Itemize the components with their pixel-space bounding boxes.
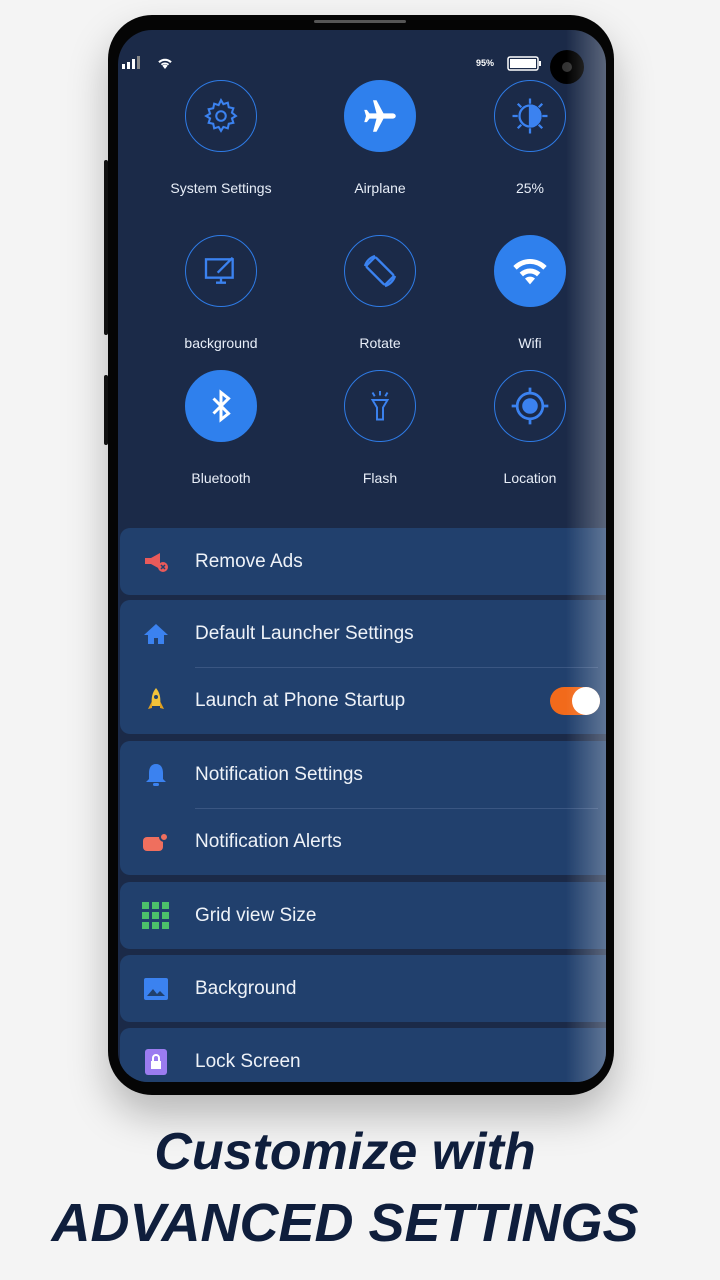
tile-label: Airplane [354,180,406,196]
caption-line-1: Customize with [154,1123,536,1181]
airplane-icon-button[interactable] [344,80,416,152]
tile-background[interactable]: background [151,235,291,351]
brightness-icon-button[interactable] [494,80,566,152]
screen: 95% System Settings Airplane 25% background… [118,30,606,1082]
tile-25-[interactable]: 25% [460,80,600,196]
launch-startup-item[interactable]: Launch at Phone Startup [120,667,606,734]
tile-label: Flash [362,470,398,486]
brightness-icon [509,95,551,137]
front-camera [550,50,584,84]
volume-button [104,160,108,335]
notification-alert-icon [136,831,176,853]
tile-system-settings[interactable]: System Settings [151,80,291,196]
divider [195,667,598,668]
megaphone-ads-icon [136,550,176,574]
grid-icon [136,901,176,930]
rotate-icon [360,251,400,291]
status-bar: 95% [118,56,606,72]
tile-label: 25% [515,180,545,196]
tile-label: System Settings [170,180,272,196]
home-icon [136,622,176,646]
phone-frame: 95% System Settings Airplane 25% background… [104,15,614,1095]
caption-line-2: ADVANCED SETTINGS [51,1193,639,1253]
lock-icon [136,1048,176,1075]
lock-screen-item[interactable]: Lock Screen [120,1028,606,1082]
card-lock-screen: Lock Screen [120,1028,606,1082]
rotate-icon-button[interactable] [344,235,416,307]
rocket-icon [136,687,176,715]
tile-wifi[interactable]: Wifi [460,235,600,351]
launch-startup-toggle[interactable] [550,687,600,715]
tile-label: Bluetooth [191,470,251,486]
monitor-edit-icon [201,251,241,291]
bell-icon [136,762,176,788]
monitor-edit-icon-button[interactable] [185,235,257,307]
divider [195,808,598,809]
card-notifications: Notification Settings Notification Alert… [120,741,606,875]
image-icon [136,977,176,1000]
flashlight-icon [362,386,398,426]
power-button [104,375,108,445]
battery-percent: 95% [476,58,495,68]
notification-alerts-item[interactable]: Notification Alerts [120,808,606,875]
wifi-icon-button[interactable] [494,235,566,307]
grid-size-item[interactable]: Grid view Size [120,882,606,949]
location-icon [508,384,552,428]
default-launcher-item[interactable]: Default Launcher Settings [120,600,606,667]
card-grid: Grid view Size [120,882,606,949]
gear-icon-button[interactable] [185,80,257,152]
tile-bluetooth[interactable]: Bluetooth [151,370,291,486]
tile-label: Rotate [359,335,401,351]
tile-airplane[interactable]: Airplane [310,80,450,196]
background-item[interactable]: Background [120,955,606,1022]
card-launcher: Default Launcher Settings Launch at Phon… [120,600,606,734]
notification-settings-item[interactable]: Notification Settings [120,741,606,808]
tile-rotate[interactable]: Rotate [310,235,450,351]
gear-icon [202,97,240,135]
location-icon-button[interactable] [494,370,566,442]
wifi-icon [510,255,550,287]
remove-ads-item[interactable]: Remove Ads [120,528,606,595]
tile-label: Location [503,470,557,486]
battery-icon [507,56,541,71]
bluetooth-icon [203,386,239,426]
card-remove-ads: Remove Ads [120,528,606,595]
bluetooth-icon-button[interactable] [185,370,257,442]
flashlight-icon-button[interactable] [344,370,416,442]
tile-flash[interactable]: Flash [310,370,450,486]
wifi-status-icon [158,58,172,69]
tile-location[interactable]: Location [460,370,600,486]
card-background: Background [120,955,606,1022]
speaker [314,20,406,23]
signal-icon [122,56,140,69]
tile-label: background [184,335,258,351]
tile-label: Wifi [518,335,542,351]
airplane-icon [359,95,401,137]
